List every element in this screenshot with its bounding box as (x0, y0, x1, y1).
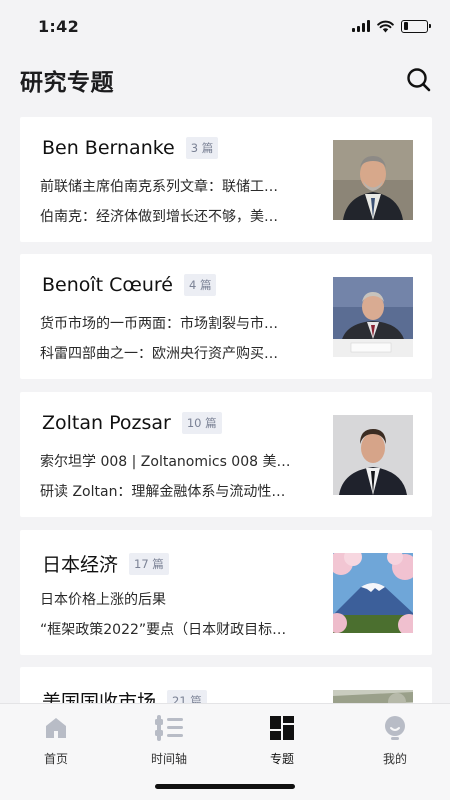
topic-title: 日本经济 (42, 554, 119, 576)
portrait-pozsar (333, 415, 413, 495)
portrait-coeure (333, 277, 413, 357)
tab-home[interactable]: 首页 (11, 714, 101, 767)
tab-label: 我的 (382, 752, 407, 766)
article-count-badge: 4 篇 (184, 274, 217, 296)
topic-thumbnail (333, 415, 413, 495)
page-title: 研究专题 (20, 70, 114, 96)
article-count-badge: 17 篇 (129, 552, 169, 575)
mount-fuji-sakura (333, 553, 413, 633)
article-count-badge: 21 篇 (167, 689, 207, 703)
tab-timeline[interactable]: 时间轴 (124, 714, 214, 767)
topic-thumbnail (333, 553, 413, 633)
article-count-badge: 10 篇 (181, 412, 222, 434)
topic-thumbnail (333, 277, 413, 357)
article-title[interactable]: 伯南克：经济体做到增长还不够，美… (40, 206, 332, 226)
search-button[interactable] (404, 65, 434, 95)
battery-icon (401, 19, 431, 33)
tab-label: 时间轴 (150, 752, 187, 766)
battery-fill (403, 22, 408, 30)
search-icon (407, 68, 431, 92)
tab-profile[interactable]: 我的 (350, 714, 440, 767)
topic-title: Benoît Cœuré (42, 274, 173, 296)
home-indicator (155, 784, 295, 789)
wifi-icon (377, 20, 394, 32)
topic-card[interactable]: 美国国收市场 21 篇 (20, 667, 432, 703)
topics-grid-icon (268, 714, 296, 742)
topic-card[interactable]: 日本经济 17 篇 日本价格上涨的后果 “框架政策2022”要点（日本财政目标… (20, 530, 432, 655)
article-title[interactable]: 研读 Zoltan：理解金融体系与流动性… (40, 481, 332, 501)
topic-title: 美国国收市场 (42, 691, 157, 703)
topic-thumbnail (333, 140, 413, 220)
topic-card-header: Ben Bernanke 3 篇 (42, 137, 219, 159)
topic-card[interactable]: Ben Bernanke 3 篇 前联储主席伯南克系列文章：联储工… 伯南克：经… (20, 117, 432, 242)
home-icon (42, 714, 70, 742)
profile-icon (381, 714, 409, 742)
topic-list[interactable]: Ben Bernanke 3 篇 前联储主席伯南克系列文章：联储工… 伯南克：经… (0, 117, 450, 703)
cellular-signal-icon (352, 20, 370, 32)
topic-card[interactable]: Benoît Cœuré 4 篇 货币市场的一币两面：市场割裂与市… 科雷四部曲… (20, 254, 432, 379)
article-title[interactable]: 货币市场的一币两面：市场割裂与市… (40, 313, 332, 333)
topic-thumbnail (333, 690, 413, 703)
article-title[interactable]: “框架政策2022”要点（日本财政目标… (40, 619, 332, 639)
topic-card-header: Zoltan Pozsar 10 篇 (42, 412, 222, 434)
status-icons (352, 19, 431, 33)
status-time: 1:42 (38, 16, 79, 36)
article-count-badge: 3 篇 (185, 137, 219, 159)
timeline-icon (155, 714, 183, 742)
article-title[interactable]: 日本价格上涨的后果 (40, 589, 332, 609)
article-title[interactable]: 前联储主席伯南克系列文章：联储工… (40, 176, 332, 196)
tab-label: 专题 (269, 752, 294, 766)
topic-card-header: 美国国收市场 21 篇 (42, 687, 207, 703)
us-market-image (333, 690, 413, 703)
status-bar: 1:42 (0, 0, 450, 52)
header: 研究专题 (0, 58, 450, 102)
topic-card-header: Benoît Cœuré 4 篇 (42, 274, 217, 296)
topic-card-header: 日本经济 17 篇 (42, 550, 169, 577)
topic-title: Ben Bernanke (42, 137, 175, 159)
topic-title: Zoltan Pozsar (42, 412, 171, 434)
tab-topics[interactable]: 专题 (237, 714, 327, 767)
topic-card[interactable]: Zoltan Pozsar 10 篇 索尔坦学 008 | Zoltanomic… (20, 392, 432, 517)
article-title[interactable]: 科雷四部曲之一：欧洲央行资产购买… (40, 343, 332, 363)
article-title[interactable]: 索尔坦学 008 | Zoltanomics 008 美… (40, 451, 332, 471)
portrait-bernanke (333, 140, 413, 220)
tab-label: 首页 (43, 752, 68, 766)
